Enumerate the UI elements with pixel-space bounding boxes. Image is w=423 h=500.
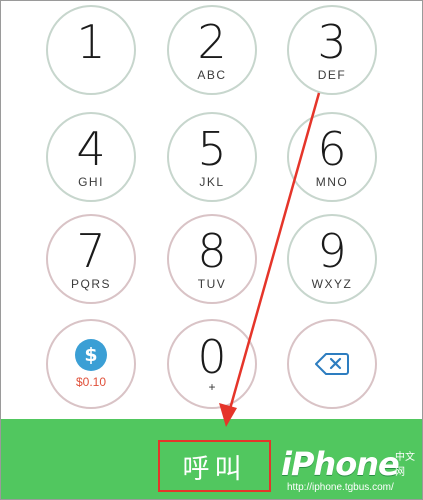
key-digit: 2 bbox=[197, 14, 227, 69]
key-digit: 3 bbox=[317, 14, 347, 69]
credit-button[interactable]: $ $0.10 bbox=[46, 319, 136, 409]
key-digit: 9 bbox=[317, 223, 347, 278]
key-digit: 5 bbox=[197, 121, 227, 176]
key-letters: JKL bbox=[199, 174, 225, 189]
key-7[interactable]: 7 PQRS bbox=[46, 214, 136, 304]
key-letters: MNO bbox=[315, 174, 349, 189]
key-letters: + bbox=[208, 380, 216, 394]
key-digit: 4 bbox=[76, 121, 106, 176]
key-4[interactable]: 4 GHI bbox=[46, 112, 136, 202]
backspace-icon bbox=[315, 353, 349, 375]
key-5[interactable]: 5 JKL bbox=[167, 112, 257, 202]
key-digit: 0 bbox=[197, 330, 227, 384]
key-letters: TUV bbox=[197, 276, 227, 291]
site-watermark: iPhone 中文网 http://iphone.tgbus.com/ bbox=[281, 445, 421, 498]
key-digit: 7 bbox=[76, 223, 106, 278]
key-6[interactable]: 6 MNO bbox=[287, 112, 377, 202]
key-3[interactable]: 3 DEF bbox=[287, 5, 377, 95]
credit-balance: $0.10 bbox=[75, 375, 107, 389]
dollar-coin-icon: $ bbox=[75, 339, 107, 371]
key-digit: 6 bbox=[317, 121, 347, 176]
call-button[interactable]: 呼叫 bbox=[158, 440, 271, 492]
watermark-brand-cn: 中文网 bbox=[395, 452, 415, 478]
key-8[interactable]: 8 TUV bbox=[167, 214, 257, 304]
key-digit: 1 bbox=[76, 14, 106, 69]
key-9[interactable]: 9 WXYZ bbox=[287, 214, 377, 304]
key-letters: WXYZ bbox=[311, 276, 353, 291]
watermark-brand: iPhone bbox=[281, 445, 400, 483]
key-digit: 8 bbox=[197, 223, 227, 278]
key-letters: DEF bbox=[317, 67, 347, 82]
key-1[interactable]: 1 bbox=[46, 5, 136, 95]
key-letters: GHI bbox=[78, 174, 104, 189]
dialer-screen: 1 2 ABC 3 DEF 4 GHI 5 JKL 6 MNO 7 PQRS 8… bbox=[0, 0, 423, 500]
watermark-url: http://iphone.tgbus.com/ bbox=[287, 482, 394, 493]
key-0[interactable]: 0 + bbox=[167, 319, 257, 409]
key-letters: PQRS bbox=[70, 276, 111, 291]
key-2[interactable]: 2 ABC bbox=[167, 5, 257, 95]
key-letters: ABC bbox=[197, 67, 227, 82]
delete-button[interactable] bbox=[287, 319, 377, 409]
